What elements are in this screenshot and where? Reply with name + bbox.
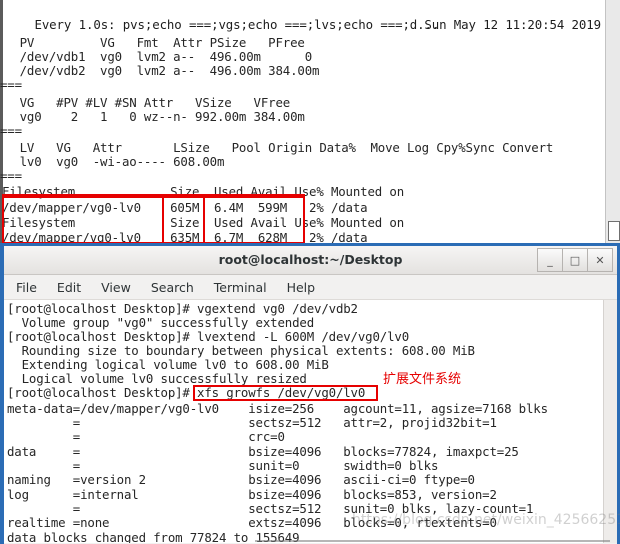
terminal-line: [root@localhost Desktop]# lvextend -L 60… — [7, 329, 410, 344]
watch-line: LV VG Attr LSize Pool Origin Data% Move … — [5, 140, 554, 155]
terminal-line: = crc=0 — [7, 429, 285, 444]
terminal-titlebar[interactable]: root@localhost:~/Desktop _ □ ✕ — [4, 246, 617, 275]
watch-line: === — [0, 168, 22, 183]
annotation-chinese-note: 扩展文件系统 — [383, 372, 462, 387]
terminal-line: meta-data=/dev/mapper/vg0-lv0 isize=256 … — [7, 401, 548, 416]
menu-item-terminal[interactable]: Terminal — [214, 280, 267, 295]
terminal-title: root@localhost:~/Desktop — [218, 252, 403, 267]
watch-timestamp: Sun May 12 11:20:54 2019 — [424, 17, 601, 32]
watch-line: === — [0, 77, 22, 92]
terminal-line: data = bsize=4096 blocks=77824, imaxpct=… — [7, 444, 519, 459]
watch-line: /dev/vdb1 vg0 lvm2 a-- 496.00m 0 — [5, 49, 313, 64]
watch-scrollbar-thumb[interactable] — [608, 221, 620, 241]
terminal-line: naming =version 2 bsize=4096 ascii-ci=0 … — [7, 472, 475, 487]
menu-item-help[interactable]: Help — [287, 280, 316, 295]
terminal-line: [root@localhost Desktop]# vgextend vg0 /… — [7, 301, 358, 316]
menu-item-edit[interactable]: Edit — [57, 280, 81, 295]
terminal-line: log =internal bsize=4096 blocks=853, ver… — [7, 487, 497, 502]
terminal-line: Logical volume lv0 successfully resized — [7, 371, 307, 386]
terminal-line: = sunit=0 swidth=0 blks — [7, 458, 439, 473]
watch-scrollbar[interactable] — [605, 0, 620, 243]
watch-line: PV VG Fmt Attr PSize PFree — [5, 35, 305, 50]
terminal-line: = sectsz=512 sunit=0 blks, lazy-count=1 — [7, 501, 534, 516]
menu-item-file[interactable]: File — [16, 280, 37, 295]
terminal-line: Volume group "vg0" successfully extended — [7, 315, 315, 330]
close-icon[interactable]: ✕ — [588, 248, 613, 272]
annotation-box-growfs-command — [193, 385, 378, 401]
annotation-box-df-rows — [2, 196, 305, 244]
window-controls: _ □ ✕ — [537, 248, 613, 272]
terminal-line: Extending logical volume lv0 to 608.00 M… — [7, 357, 329, 372]
terminal-line: realtime =none extsz=4096 blocks=0, rtex… — [7, 515, 497, 530]
watch-command: Every 1.0s: pvs;echo ===;vgs;echo ===;lv… — [34, 17, 440, 32]
terminal-output[interactable]: [root@localhost Desktop]# vgextend vg0 /… — [4, 300, 617, 543]
minimize-icon[interactable]: _ — [537, 248, 563, 272]
watch-line: /dev/vdb2 vg0 lvm2 a-- 496.00m 384.00m — [5, 63, 320, 78]
terminal-menubar: File Edit View Search Terminal Help — [4, 275, 617, 300]
terminal-line: Rounding size to boundary between physic… — [7, 343, 475, 358]
bottom-underline — [255, 540, 610, 542]
terminal-line: = sectsz=512 attr=2, projid32bit=1 — [7, 415, 497, 430]
maximize-icon[interactable]: □ — [563, 248, 588, 272]
menu-item-view[interactable]: View — [101, 280, 131, 295]
terminal-scrollbar[interactable] — [603, 300, 617, 543]
watch-header: Sun May 12 11:20:54 2019 Every 1.0s: pvs;… — [5, 2, 601, 32]
watch-line: VG #PV #LV #SN Attr VSize VFree — [5, 95, 291, 110]
annotation-box-size-column — [162, 196, 205, 244]
watch-line: vg0 2 1 0 wz--n- 992.00m 384.00m — [5, 109, 305, 124]
watch-line: === — [0, 123, 22, 138]
menu-item-search[interactable]: Search — [151, 280, 194, 295]
watch-line: lv0 vg0 -wi-ao---- 608.00m — [5, 154, 225, 169]
